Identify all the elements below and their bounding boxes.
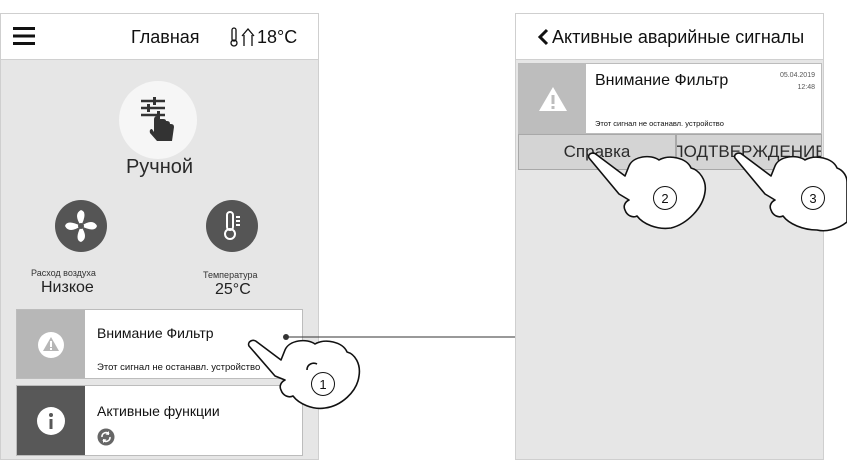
callout-2: 2 [653, 186, 677, 210]
callout-3: 3 [801, 186, 825, 210]
callout-1: 1 [311, 372, 335, 396]
pointing-hand-icon [245, 334, 365, 412]
connector-overlay [283, 334, 515, 340]
pointing-hand-icon [587, 152, 717, 232]
pointing-hand-icon [733, 152, 847, 234]
